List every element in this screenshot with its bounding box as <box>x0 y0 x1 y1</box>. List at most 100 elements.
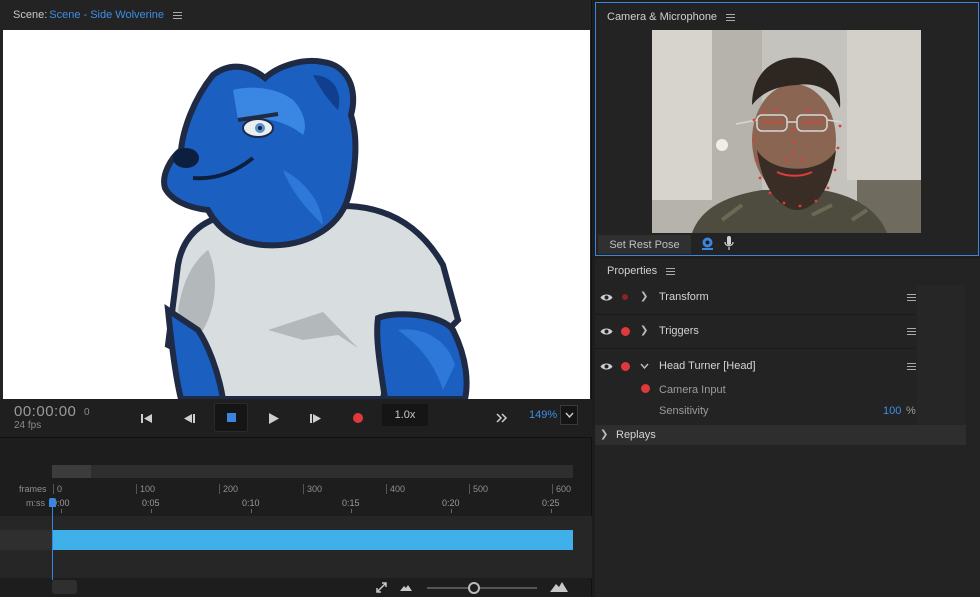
scene-panel-header: Scene: Scene - Side Wolverine <box>0 0 591 30</box>
frame-tick: 0 <box>53 484 62 494</box>
scene-panel: Scene: Scene - Side Wolverine 00:00:00 0… <box>0 0 592 437</box>
puppet-wolverine <box>161 58 470 399</box>
timecode[interactable]: 00:00:00 <box>14 403 76 420</box>
record-arm-dot[interactable] <box>621 362 630 371</box>
chevron-down-icon <box>564 412 574 418</box>
timeline-range-thumb[interactable] <box>52 465 91 478</box>
zoom-dropdown[interactable] <box>560 405 578 425</box>
set-rest-pose-button[interactable]: Set Rest Pose <box>598 235 691 254</box>
replays-label: Replays <box>616 429 656 441</box>
timeline-bottom-bar <box>0 578 592 597</box>
camera-feed-image <box>652 30 921 233</box>
eye-icon[interactable] <box>600 327 613 336</box>
camera-input-label: Camera Input <box>659 384 726 396</box>
frame-number: 0 <box>84 407 90 418</box>
frame-tick: 100 <box>136 484 155 494</box>
timeline-zoom-slider[interactable] <box>427 587 537 589</box>
frame-tick: 300 <box>303 484 322 494</box>
record-icon <box>353 413 363 423</box>
scene-panel-menu-icon[interactable] <box>173 11 182 19</box>
double-chevron-right-icon <box>496 413 508 423</box>
microphone-icon[interactable] <box>724 236 734 251</box>
play-button[interactable] <box>261 406 287 430</box>
behavior-label: Triggers <box>659 325 699 337</box>
playback-speed[interactable]: 1.0x <box>382 404 428 426</box>
replays-section[interactable]: ❯ Replays <box>595 425 966 445</box>
behavior-row-head-turner[interactable]: Head Turner [Head] <box>595 350 916 384</box>
scene-track-bar[interactable] <box>52 530 573 550</box>
timeline-panel: frames m:ss 0 100 200 300 400 500 600 0:… <box>0 437 592 597</box>
row-menu-icon[interactable] <box>907 294 916 301</box>
properties-panel: Properties ❯ Transform ❯ Triggers Head T… <box>595 259 980 597</box>
fast-forward-button[interactable] <box>489 406 515 430</box>
behavior-label: Head Turner [Head] <box>659 360 756 372</box>
scene-name-link[interactable]: Scene - Side Wolverine <box>49 9 164 21</box>
zoom-out-mountain-icon[interactable] <box>400 583 412 591</box>
frames-label: frames <box>19 484 47 494</box>
playhead-handle[interactable] <box>49 498 56 507</box>
camera-panel-title: Camera & Microphone <box>607 11 718 23</box>
eye-icon[interactable] <box>600 362 613 371</box>
webcam-icon[interactable] <box>701 237 714 251</box>
row-menu-icon[interactable] <box>907 363 916 370</box>
camera-panel-menu-icon[interactable] <box>726 13 736 21</box>
chevron-down-icon[interactable] <box>640 363 649 369</box>
step-back-icon <box>184 413 195 423</box>
behavior-row-triggers[interactable]: ❯ Triggers <box>595 315 916 349</box>
properties-menu-icon[interactable] <box>666 267 676 275</box>
timeline-range-bar[interactable] <box>52 465 573 478</box>
timeline-track-area <box>0 516 592 578</box>
time-tick: 0:25 <box>542 498 560 513</box>
step-back-button[interactable] <box>177 406 203 430</box>
camera-panel: Camera & Microphone Set Rest Pose <box>595 2 979 256</box>
camera-feed <box>652 30 921 233</box>
stop-button[interactable] <box>214 403 248 432</box>
chevron-right-icon[interactable]: ❯ <box>600 429 608 440</box>
camera-panel-header: Camera & Microphone <box>607 3 736 31</box>
scene-stage[interactable] <box>3 30 590 399</box>
scene-title-prefix: Scene: <box>13 9 48 21</box>
record-button[interactable] <box>345 406 371 430</box>
frame-tick: 500 <box>469 484 488 494</box>
camera-input-record-dot[interactable] <box>641 384 650 393</box>
play-icon <box>269 412 279 424</box>
sensitivity-label: Sensitivity <box>659 405 709 417</box>
playhead-line[interactable] <box>52 500 53 580</box>
properties-title: Properties <box>607 265 658 277</box>
step-forward-button[interactable] <box>303 406 329 430</box>
time-tick: 0:05 <box>142 498 160 513</box>
record-arm-dot[interactable] <box>622 294 628 300</box>
time-tick: 0:15 <box>342 498 360 513</box>
properties-header: Properties <box>607 265 676 277</box>
go-to-start-button[interactable] <box>134 406 160 430</box>
record-arm-dot[interactable] <box>621 327 630 336</box>
sensitivity-value[interactable]: 100 <box>883 405 901 417</box>
time-tick: 0:20 <box>442 498 460 513</box>
timeline-zoom-knob[interactable] <box>468 582 480 594</box>
properties-scroll-track[interactable] <box>917 285 966 425</box>
track-header[interactable] <box>0 530 52 550</box>
time-tick: 0:10 <box>242 498 260 513</box>
frame-tick: 600 <box>552 484 571 494</box>
sensitivity-unit: % <box>906 405 916 417</box>
row-menu-icon[interactable] <box>907 328 916 335</box>
fit-to-window-icon[interactable] <box>375 581 388 594</box>
behavior-row-transform[interactable]: ❯ Transform <box>595 281 916 315</box>
eye-icon[interactable] <box>600 293 613 302</box>
horizontal-scroll-thumb[interactable] <box>52 580 77 594</box>
step-forward-icon <box>310 413 321 423</box>
fps-label: 24 fps <box>14 420 42 431</box>
transport-bar: 00:00:00 0 24 fps 1.0x 149% <box>0 399 592 437</box>
behavior-label: Transform <box>659 291 709 303</box>
frame-tick: 400 <box>386 484 405 494</box>
chevron-right-icon[interactable]: ❯ <box>640 291 648 302</box>
mss-label: m:ss <box>26 498 45 508</box>
stop-icon <box>226 413 236 422</box>
chevron-right-icon[interactable]: ❯ <box>640 325 648 336</box>
timeline-ruler[interactable]: frames m:ss 0 100 200 300 400 500 600 0:… <box>0 482 592 516</box>
camera-footer: Set Rest Pose <box>596 233 978 255</box>
zoom-in-mountain-icon[interactable] <box>550 581 568 592</box>
zoom-level[interactable]: 149% <box>529 409 557 421</box>
frame-tick: 200 <box>219 484 238 494</box>
go-to-start-icon <box>141 413 152 423</box>
